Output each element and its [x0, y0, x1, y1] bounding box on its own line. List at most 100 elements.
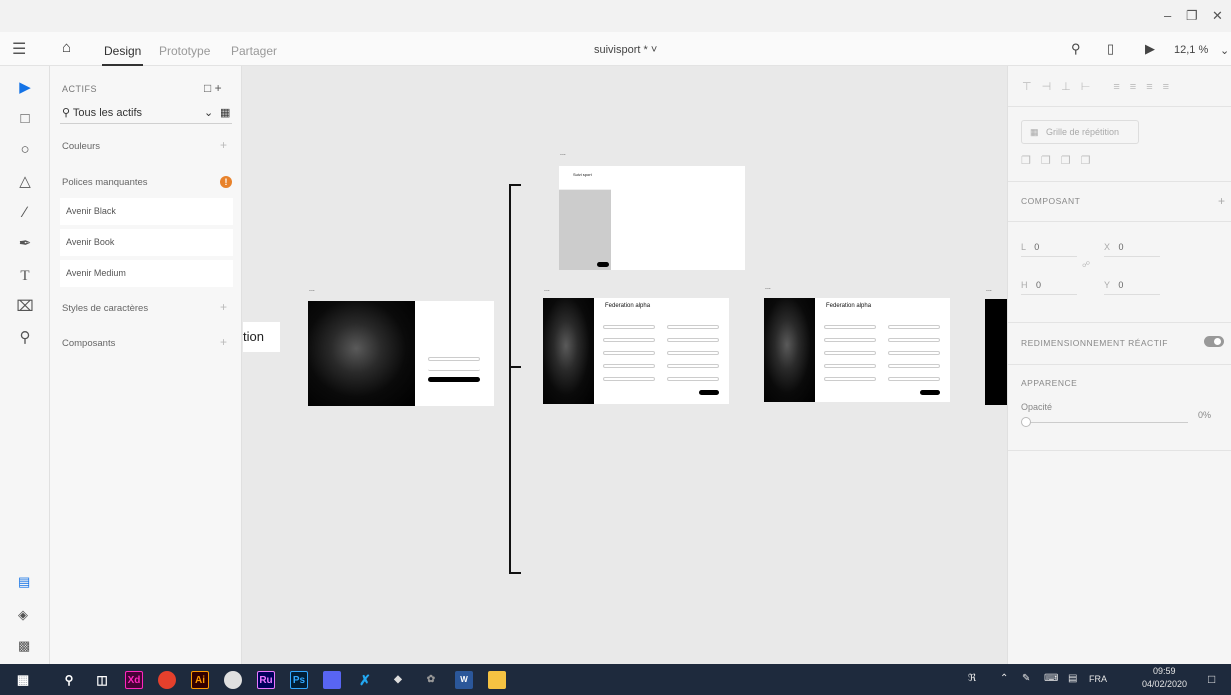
x-field[interactable]: X 0 [1104, 242, 1160, 257]
opacity-value[interactable]: 0% [1198, 410, 1211, 420]
font-item[interactable]: Avenir Black [60, 198, 233, 225]
repeat-grid-button[interactable]: ▦ Grille de répétition [1021, 120, 1139, 144]
minimize-icon[interactable]: – [1164, 8, 1171, 23]
x-value: 0 [1118, 242, 1124, 252]
tab-share[interactable]: Partager [231, 44, 277, 58]
document-title[interactable]: suivisport * ˅ [594, 44, 657, 56]
add-component-icon[interactable]: + [220, 335, 227, 349]
add-char-style-icon[interactable]: + [220, 300, 227, 314]
rush-app-icon[interactable]: Ru [257, 671, 275, 689]
chevron-up-icon[interactable]: ⌃ [1000, 673, 1008, 684]
y-value: 0 [1118, 280, 1124, 290]
photo [308, 301, 415, 406]
chrome-app-icon[interactable] [158, 671, 176, 689]
assets-filter[interactable]: ⚲ Tous les actifs ⌄ ▦ [60, 102, 232, 124]
add-color-icon[interactable]: + [220, 138, 227, 152]
windows-start-icon[interactable]: ▦ [14, 671, 32, 689]
artboard-label[interactable]: ... [560, 150, 566, 157]
responsive-resize-toggle[interactable] [1204, 336, 1224, 347]
colors-section[interactable]: Couleurs [62, 141, 100, 152]
keyboard-icon[interactable]: ⌨ [1044, 673, 1058, 684]
layers-icon[interactable]: ◈ [18, 607, 28, 623]
plugins-icon[interactable]: ▩ [18, 638, 30, 654]
zoom-tool-icon[interactable]: ⚲ [16, 329, 34, 347]
artboard-label[interactable]: ... [309, 286, 315, 293]
chevron-down-icon[interactable]: ⌄ [1220, 44, 1229, 57]
select-tool-icon[interactable]: ▶ [16, 79, 34, 97]
design-canvas[interactable]: tion ... ... Suivi sport ... Federation … [243, 66, 1007, 664]
rectangle-tool-icon[interactable]: □ [16, 110, 34, 128]
opacity-slider-knob[interactable] [1021, 417, 1031, 427]
task-view-icon[interactable]: ◫ [93, 671, 111, 689]
line-tool-icon[interactable]: ∕ [16, 204, 34, 222]
align-icons[interactable]: ⊤⊣⊥⊢ ≡≡≡≡ [1022, 80, 1179, 93]
artboard-federation-2[interactable]: Federation alpha [764, 298, 950, 402]
input-field [888, 351, 940, 355]
pen-tray-icon[interactable]: ✎ [1022, 673, 1030, 684]
clock-date[interactable]: 04/02/2020 [1142, 679, 1187, 689]
pen-tool-icon[interactable]: ✒ [16, 235, 34, 253]
lock-ratio-icon[interactable]: ☍ [1082, 260, 1090, 269]
font-item[interactable]: Avenir Book [60, 229, 233, 256]
artboard-tool-icon[interactable]: ⌧ [16, 298, 34, 316]
tab-design[interactable]: Design [101, 44, 144, 66]
artboard-partial[interactable] [985, 299, 1007, 405]
input-field [888, 325, 940, 329]
file-explorer-icon[interactable] [488, 671, 506, 689]
width-field[interactable]: L 0 [1021, 242, 1077, 257]
xd-app-icon[interactable]: Xd [125, 671, 143, 689]
artboard-label[interactable]: ... [765, 284, 771, 291]
font-item[interactable]: Avenir Medium [60, 260, 233, 287]
chevron-down-icon[interactable]: ⌄ [204, 102, 213, 124]
maximize-icon[interactable]: ❐ [1186, 8, 1198, 24]
illustrator-app-icon[interactable]: Ai [191, 671, 209, 689]
opacity-slider-track[interactable] [1026, 422, 1188, 423]
people-icon[interactable]: ℜ [968, 673, 976, 684]
text-tool-icon[interactable]: T [16, 267, 34, 285]
y-field[interactable]: Y 0 [1104, 280, 1160, 295]
close-icon[interactable]: ✕ [1212, 8, 1223, 24]
assets-panel-icon[interactable]: ▤ [18, 574, 30, 590]
tab-prototype[interactable]: Prototype [159, 44, 210, 58]
hamburger-menu-icon[interactable]: ☰ [12, 39, 26, 59]
search-icon[interactable]: ⚲ [60, 671, 78, 689]
home-icon[interactable]: ⌂ [62, 39, 71, 56]
artboard-suivi-sport[interactable]: Suivi sport [559, 166, 745, 270]
divider [1008, 322, 1231, 323]
language-indicator[interactable]: FRA [1089, 674, 1107, 684]
vscode-app-icon[interactable]: ✗ [356, 671, 374, 689]
eraser-app-icon[interactable]: ◆ [389, 671, 407, 689]
responsive-resize-label: REDIMENSIONNEMENT RÉACTIF [1021, 338, 1168, 348]
play-icon[interactable]: ▶ [1145, 41, 1155, 57]
user-icon[interactable]: ⚲ [1071, 41, 1081, 57]
boolean-ops-icons[interactable]: ❐❐❐❐ [1021, 154, 1100, 167]
text-layer[interactable]: tion [243, 322, 280, 352]
grid-view-icon[interactable]: ▦ [220, 102, 230, 124]
discord-app-icon[interactable] [323, 671, 341, 689]
notification-icon[interactable]: □ [1208, 672, 1215, 686]
ellipse-tool-icon[interactable]: ○ [16, 141, 34, 159]
word-app-icon[interactable]: W [455, 671, 473, 689]
slack-app-icon[interactable] [224, 671, 242, 689]
monitor-icon[interactable]: ▤ [1068, 673, 1077, 684]
missing-fonts-section[interactable]: Polices manquantes [62, 177, 148, 188]
add-component-icon[interactable]: + [1218, 194, 1226, 208]
height-field[interactable]: H 0 [1021, 280, 1077, 295]
paint-app-icon[interactable]: ✿ [422, 671, 440, 689]
artboard-label[interactable]: ... [544, 286, 550, 293]
triangle-tool-icon[interactable]: △ [16, 173, 34, 191]
device-preview-icon[interactable]: ▯ [1107, 41, 1114, 57]
opacity-label: Opacité [1021, 402, 1053, 412]
components-section[interactable]: Composants [62, 338, 115, 349]
artboard-login[interactable] [308, 301, 494, 406]
divider [1008, 181, 1231, 182]
warning-icon: ! [220, 176, 232, 188]
char-styles-section[interactable]: Styles de caractères [62, 303, 148, 314]
artboard-label[interactable]: ... [986, 286, 992, 293]
photoshop-app-icon[interactable]: Ps [290, 671, 308, 689]
zoom-level[interactable]: 12,1 % [1174, 44, 1208, 56]
input-field [603, 364, 655, 368]
artboard-federation-1[interactable]: Federation alpha [543, 298, 729, 404]
clock-time[interactable]: 09:59 [1153, 666, 1176, 676]
add-asset-icons[interactable]: □ + [204, 81, 222, 95]
